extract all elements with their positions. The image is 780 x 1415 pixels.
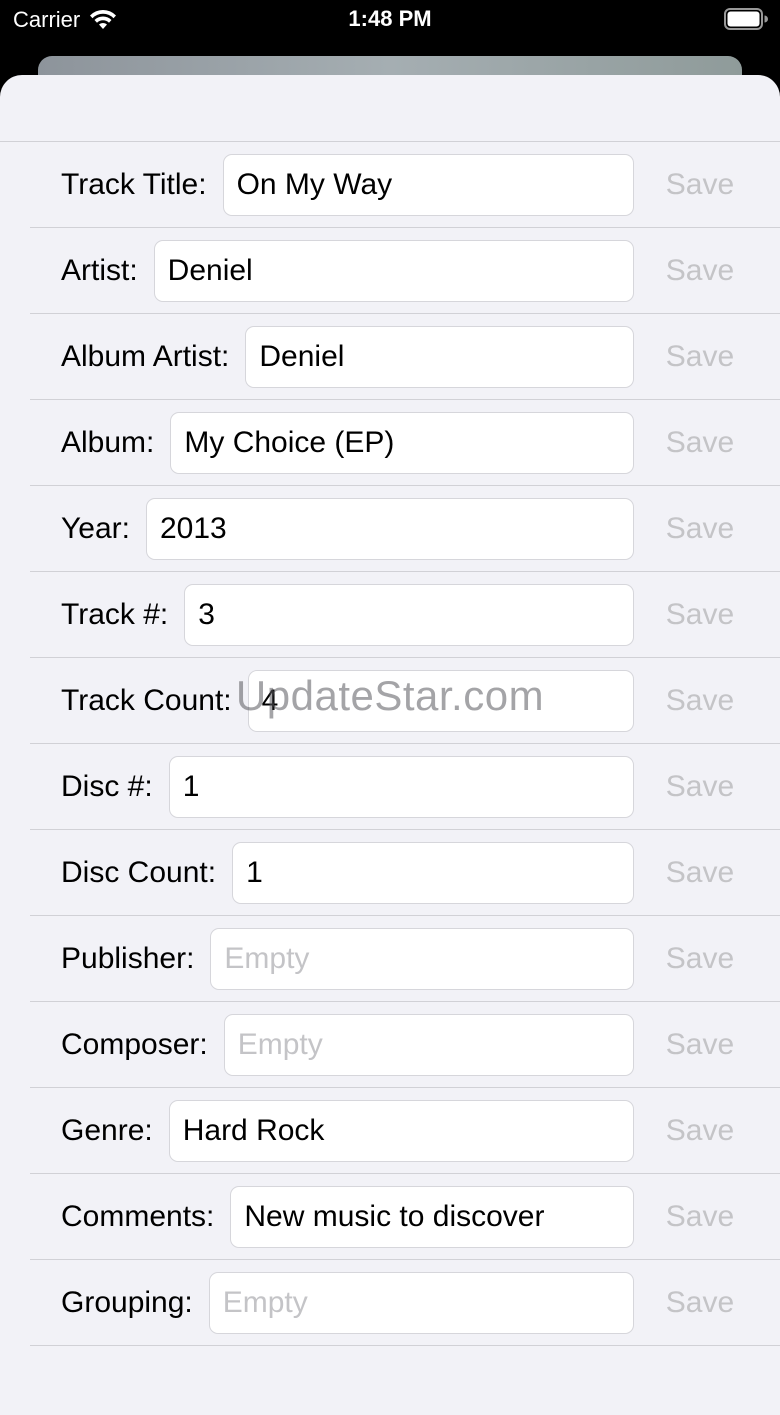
clock: 1:48 PM [348, 6, 432, 31]
form-row-disc: Disc #: Save [30, 744, 780, 830]
disc-count-save-button[interactable]: Save [634, 856, 750, 890]
battery-icon [724, 8, 768, 30]
form-row-composer: Composer: Save [30, 1002, 780, 1088]
tag-form: Track Title: Save Artist: Save Album Art… [0, 142, 780, 1346]
genre-input[interactable] [168, 1099, 634, 1162]
artist-save-button[interactable]: Save [634, 254, 750, 288]
year-input[interactable] [145, 497, 634, 560]
genre-label: Genre: [61, 1113, 153, 1147]
track-count-label: Track Count: [61, 683, 232, 717]
composer-input[interactable] [223, 1013, 634, 1076]
composer-label: Composer: [61, 1027, 208, 1061]
form-row-year: Year: Save [30, 486, 780, 572]
album-artist-save-button[interactable]: Save [634, 340, 750, 374]
comments-label: Comments: [61, 1199, 215, 1233]
form-row-comments: Comments: Save [30, 1174, 780, 1260]
genre-save-button[interactable]: Save [634, 1114, 750, 1148]
track-title-input[interactable] [222, 153, 634, 216]
form-row-track: Track #: Save [30, 572, 780, 658]
grouping-input[interactable] [208, 1271, 634, 1334]
grouping-label: Grouping: [61, 1285, 193, 1319]
disc-save-button[interactable]: Save [634, 770, 750, 804]
form-row-genre: Genre: Save [30, 1088, 780, 1174]
form-row-album: Album: Save [30, 400, 780, 486]
artist-label: Artist: [61, 253, 138, 287]
album-artist-input[interactable] [245, 325, 634, 388]
publisher-label: Publisher: [61, 941, 195, 975]
form-row-disc-count: Disc Count: Save [30, 830, 780, 916]
track-label: Track #: [61, 597, 169, 631]
publisher-save-button[interactable]: Save [634, 942, 750, 976]
disc-input[interactable] [168, 755, 634, 818]
disc-label: Disc #: [61, 769, 153, 803]
track-title-save-button[interactable]: Save [634, 168, 750, 202]
form-row-track-count: Track Count: Save [30, 658, 780, 744]
album-artist-label: Album Artist: [61, 339, 230, 373]
year-save-button[interactable]: Save [634, 512, 750, 546]
form-row-track-title: Track Title: Save [30, 142, 780, 228]
sheet-header [0, 75, 780, 142]
track-count-input[interactable] [247, 669, 634, 732]
form-row-album-artist: Album Artist: Save [30, 314, 780, 400]
form-row-publisher: Publisher: Save [30, 916, 780, 1002]
album-input[interactable] [170, 411, 634, 474]
track-save-button[interactable]: Save [634, 598, 750, 632]
artist-input[interactable] [153, 239, 634, 302]
track-input[interactable] [184, 583, 634, 646]
disc-count-input[interactable] [232, 841, 634, 904]
grouping-save-button[interactable]: Save [634, 1286, 750, 1320]
disc-count-label: Disc Count: [61, 855, 217, 889]
form-row-artist: Artist: Save [30, 228, 780, 314]
track-count-save-button[interactable]: Save [634, 684, 750, 718]
form-row-grouping: Grouping: Save [30, 1260, 780, 1346]
album-save-button[interactable]: Save [634, 426, 750, 460]
publisher-input[interactable] [210, 927, 634, 990]
edit-tags-sheet: Track Title: Save Artist: Save Album Art… [0, 75, 780, 1415]
comments-save-button[interactable]: Save [634, 1200, 750, 1234]
album-label: Album: [61, 425, 155, 459]
year-label: Year: [61, 511, 130, 545]
composer-save-button[interactable]: Save [634, 1028, 750, 1062]
status-bar: Carrier 1:48 PM [0, 0, 780, 56]
track-title-label: Track Title: [61, 167, 207, 201]
comments-input[interactable] [230, 1185, 634, 1248]
